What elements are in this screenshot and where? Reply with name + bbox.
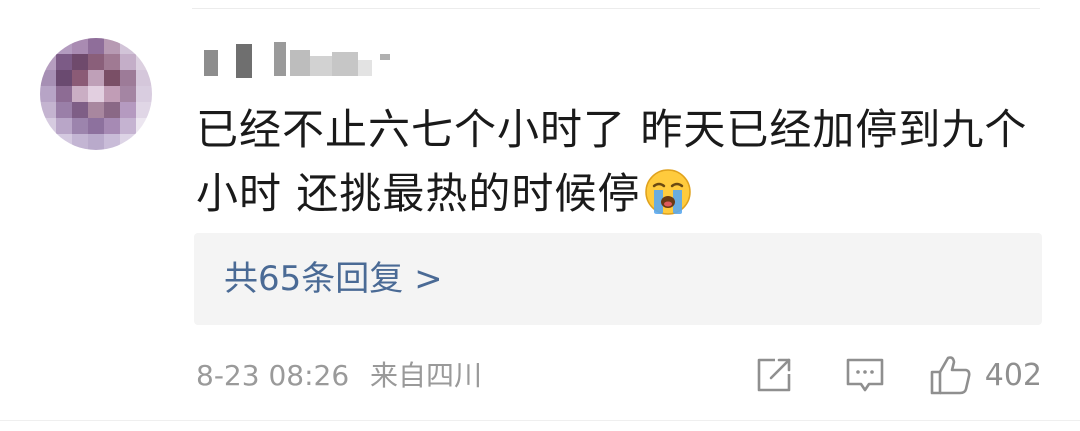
loudly-crying-face-icon — [644, 168, 692, 216]
comment-text: 已经不止六七个小时了 昨天已经加停到九个 小时 还挑最热的时候停 — [196, 98, 1046, 226]
comment-location: 来自四川 — [370, 359, 483, 392]
comment-card: 已经不止六七个小时了 昨天已经加停到九个 小时 还挑最热的时候停 共65条回复 … — [0, 0, 1080, 431]
share-icon — [755, 356, 793, 394]
avatar[interactable] — [40, 38, 152, 150]
share-button[interactable] — [755, 356, 793, 394]
comment-line-2-text: 小时 还挑最热的时候停 — [196, 169, 641, 218]
bottom-divider — [0, 420, 1080, 421]
like-button[interactable]: 402 — [929, 354, 1042, 396]
replies-panel[interactable]: 共65条回复 > — [194, 233, 1042, 325]
comment-time: 8-23 08:26 — [196, 359, 350, 392]
thumbs-up-icon — [929, 354, 973, 396]
view-replies-link[interactable]: 共65条回复 > — [224, 257, 443, 301]
username-blurred[interactable] — [198, 36, 408, 78]
comment-line-2: 小时 还挑最热的时候停 — [196, 162, 1046, 226]
comment-line-1: 已经不止六七个小时了 昨天已经加停到九个 — [196, 105, 1028, 154]
comment-meta: 8-23 08:26 来自四川 — [196, 356, 482, 396]
like-count: 402 — [984, 357, 1042, 393]
comment-icon — [845, 356, 885, 394]
action-bar: 402 — [755, 350, 1042, 400]
top-divider — [192, 8, 1040, 9]
reply-button[interactable] — [845, 356, 885, 394]
